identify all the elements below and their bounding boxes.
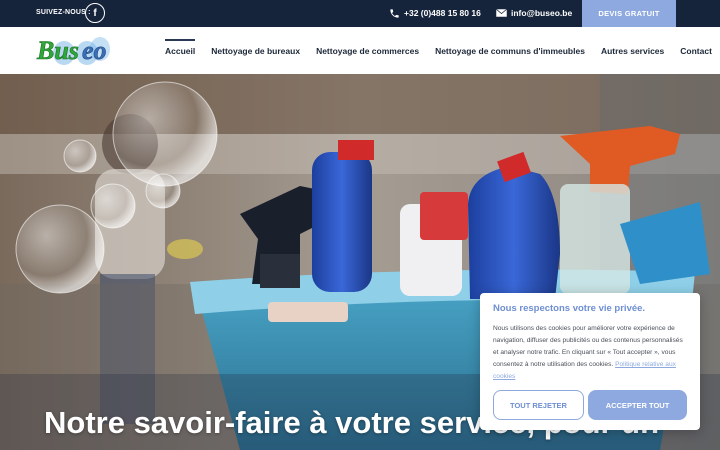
facebook-icon[interactable]: f [85, 3, 105, 23]
nav-shop-cleaning[interactable]: Nettoyage de commerces [316, 46, 419, 56]
top-bar: SUIVEZ-NOUS : f +32 (0)488 15 80 16 info… [0, 0, 720, 27]
cookie-title: Nous respectons votre vie privée. [493, 303, 646, 314]
phone-icon [390, 9, 399, 18]
reject-all-button[interactable]: TOUT REJETER [493, 390, 584, 420]
main-nav: Accueil Nettoyage de bureaux Nettoyage d… [165, 27, 712, 74]
buseo-logo[interactable]: Bus eo [34, 31, 116, 69]
svg-text:eo: eo [82, 36, 107, 65]
nav-office-cleaning[interactable]: Nettoyage de bureaux [211, 46, 300, 56]
email-link[interactable]: info@buseo.be [511, 8, 572, 18]
free-quote-button[interactable]: DEVIS GRATUIT [582, 0, 676, 27]
phone-link[interactable]: +32 (0)488 15 80 16 [404, 8, 481, 18]
main-header: Bus eo Accueil Nettoyage de bureaux Nett… [0, 27, 720, 74]
accept-all-button[interactable]: ACCEPTER TOUT [588, 390, 687, 420]
nav-building-cleaning[interactable]: Nettoyage de communs d'immeubles [435, 46, 585, 56]
nav-contact[interactable]: Contact [680, 46, 712, 56]
cookie-text: Nous utilisons des cookies pour améliore… [493, 323, 687, 383]
svg-text:Bus: Bus [36, 36, 79, 65]
nav-other-services[interactable]: Autres services [601, 46, 664, 56]
cookie-consent-banner: Nous respectons votre vie privée. Nous u… [480, 293, 700, 430]
nav-home[interactable]: Accueil [165, 38, 196, 56]
mail-icon [496, 9, 507, 17]
follow-us-label: SUIVEZ-NOUS : [36, 9, 91, 16]
